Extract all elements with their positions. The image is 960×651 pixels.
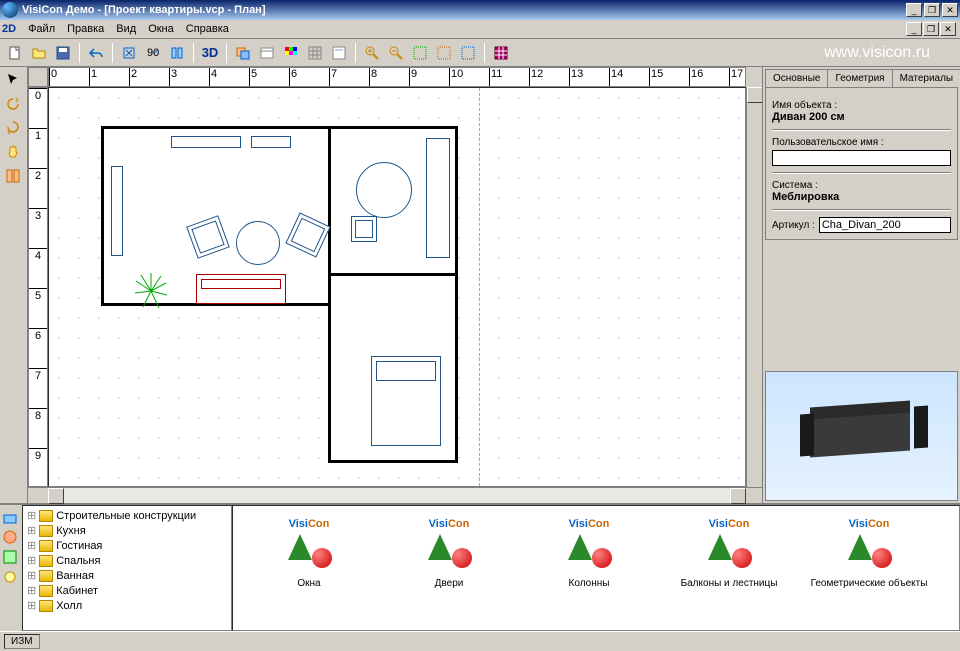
library-item[interactable]: VisiConКолонны <box>529 514 649 622</box>
new-file-button[interactable] <box>4 42 26 64</box>
menu-edit[interactable]: Правка <box>61 21 110 37</box>
library-item[interactable]: VisiConДвери <box>389 514 509 622</box>
ruler-corner <box>28 67 48 87</box>
library-item[interactable]: VisiConОкна <box>249 514 369 622</box>
floor-plan-canvas[interactable] <box>48 87 746 487</box>
undo-button[interactable] <box>85 42 107 64</box>
hatch-button[interactable] <box>490 42 512 64</box>
view-3d-button[interactable]: 3D <box>199 42 221 64</box>
tab-materials[interactable]: Материалы <box>892 69 960 87</box>
doc-minimize-button[interactable]: _ <box>906 22 922 36</box>
furniture-shelf-1[interactable] <box>171 136 241 148</box>
furniture-sofa[interactable] <box>196 274 286 304</box>
status-mode: ИЗМ <box>4 634 40 649</box>
select-tool-button[interactable] <box>2 69 24 91</box>
mode-indicator-2d: 2D <box>2 23 16 35</box>
furniture-plant[interactable] <box>131 271 171 311</box>
ruler-horizontal: 01234567891011121314151617 <box>48 67 746 87</box>
user-name-input[interactable] <box>772 150 951 166</box>
scrollbar-vertical[interactable] <box>746 87 762 487</box>
furniture-dining-table[interactable] <box>356 162 412 218</box>
minimize-button[interactable]: _ <box>906 3 922 17</box>
mirror-tool-button[interactable] <box>2 165 24 187</box>
scroll-up-button[interactable] <box>747 87 763 103</box>
zoom-region-button[interactable] <box>433 42 455 64</box>
library-item[interactable]: VisiConБалконы и лестницы <box>669 514 789 622</box>
menu-windows[interactable]: Окна <box>142 21 180 37</box>
furniture-shelf-3[interactable] <box>111 166 123 256</box>
article-label: Артикул : <box>772 220 815 231</box>
menu-help[interactable]: Справка <box>180 21 235 37</box>
properties-button[interactable] <box>256 42 278 64</box>
ruler-vertical: 012345678910 <box>28 87 48 487</box>
open-file-button[interactable] <box>28 42 50 64</box>
menu-bar: 2D Файл Правка Вид Окна Справка _ ❐ ✕ <box>0 20 960 39</box>
left-tool-palette <box>0 67 28 503</box>
canvas-area: 01234567891011121314151617 012345678910 <box>28 67 762 503</box>
tree-item[interactable]: ⊞Строительные конструкции <box>25 508 229 523</box>
pan-tool-button[interactable] <box>2 141 24 163</box>
furniture-cabinet[interactable] <box>426 138 450 258</box>
tab-geometry[interactable]: Геометрия <box>827 69 892 87</box>
zoom-out-button[interactable] <box>385 42 407 64</box>
library-items: VisiConОкнаVisiConДвериVisiConКолонныVis… <box>232 505 960 631</box>
sofa-3d-icon <box>792 396 932 476</box>
guide-line <box>479 88 480 486</box>
object-3d-preview[interactable] <box>765 371 958 501</box>
library-panel: ⊞Строительные конструкции⊞Кухня⊞Гостиная… <box>0 503 960 631</box>
zoom-fit-button[interactable] <box>409 42 431 64</box>
maximize-button[interactable]: ❐ <box>924 3 940 17</box>
object-name-value: Диван 200 см <box>772 111 951 123</box>
lib-mode-lights-icon[interactable] <box>2 569 18 585</box>
layers-button[interactable] <box>232 42 254 64</box>
furniture-bed[interactable] <box>371 356 441 446</box>
article-input[interactable] <box>819 217 951 233</box>
tab-main[interactable]: Основные <box>765 69 828 87</box>
properties-panel: Основные Геометрия Материалы Имя объекта… <box>762 67 960 503</box>
doc-close-button[interactable]: ✕ <box>940 22 956 36</box>
move-tool-button[interactable] <box>2 117 24 139</box>
furniture-coffee-table[interactable] <box>236 221 280 265</box>
system-label: Система : <box>772 180 951 191</box>
doc-restore-button[interactable]: ❐ <box>923 22 939 36</box>
library-item[interactable]: VisiConГеометрические объекты <box>809 514 929 622</box>
window-title: VisiCon Демо - [Проект квартиры.vcp - Пл… <box>22 4 906 16</box>
main-toolbar: 90 3D www.visicon.ru <box>0 39 960 67</box>
object-name-label: Имя объекта : <box>772 100 951 111</box>
lib-mode-objects-icon[interactable] <box>2 509 18 525</box>
watermark-text: www.visicon.ru <box>824 44 930 62</box>
scroll-left-button[interactable] <box>48 488 64 504</box>
rotate-90-button[interactable]: 90 <box>142 42 164 64</box>
doc-layout-button[interactable] <box>328 42 350 64</box>
tree-item[interactable]: ⊞Холл <box>25 598 229 613</box>
scroll-right-button[interactable] <box>730 488 746 504</box>
color-button[interactable] <box>280 42 302 64</box>
menu-view[interactable]: Вид <box>110 21 142 37</box>
tree-item[interactable]: ⊞Ванная <box>25 568 229 583</box>
rotate-tool-button[interactable] <box>2 93 24 115</box>
user-name-label: Пользовательское имя : <box>772 137 951 148</box>
lib-mode-materials-icon[interactable] <box>2 529 18 545</box>
tree-item[interactable]: ⊞Гостиная <box>25 538 229 553</box>
close-button[interactable]: ✕ <box>942 3 958 17</box>
zoom-in-button[interactable] <box>361 42 383 64</box>
furniture-shelf-2[interactable] <box>251 136 291 148</box>
window-titlebar: VisiCon Демо - [Проект квартиры.vcp - Пл… <box>0 0 960 20</box>
status-bar: ИЗМ <box>0 631 960 651</box>
library-tree[interactable]: ⊞Строительные конструкции⊞Кухня⊞Гостиная… <box>22 505 232 631</box>
zoom-all-button[interactable] <box>457 42 479 64</box>
tree-item[interactable]: ⊞Кабинет <box>25 583 229 598</box>
system-value: Меблировка <box>772 191 951 203</box>
scrollbar-horizontal[interactable] <box>28 487 762 503</box>
grid-button[interactable] <box>304 42 326 64</box>
tree-item[interactable]: ⊞Спальня <box>25 553 229 568</box>
furniture-chair[interactable] <box>351 216 377 242</box>
menu-file[interactable]: Файл <box>22 21 61 37</box>
lib-mode-textures-icon[interactable] <box>2 549 18 565</box>
save-file-button[interactable] <box>52 42 74 64</box>
app-icon <box>2 2 18 18</box>
tree-item[interactable]: ⊞Кухня <box>25 523 229 538</box>
flip-button[interactable] <box>166 42 188 64</box>
rotate-button[interactable] <box>118 42 140 64</box>
